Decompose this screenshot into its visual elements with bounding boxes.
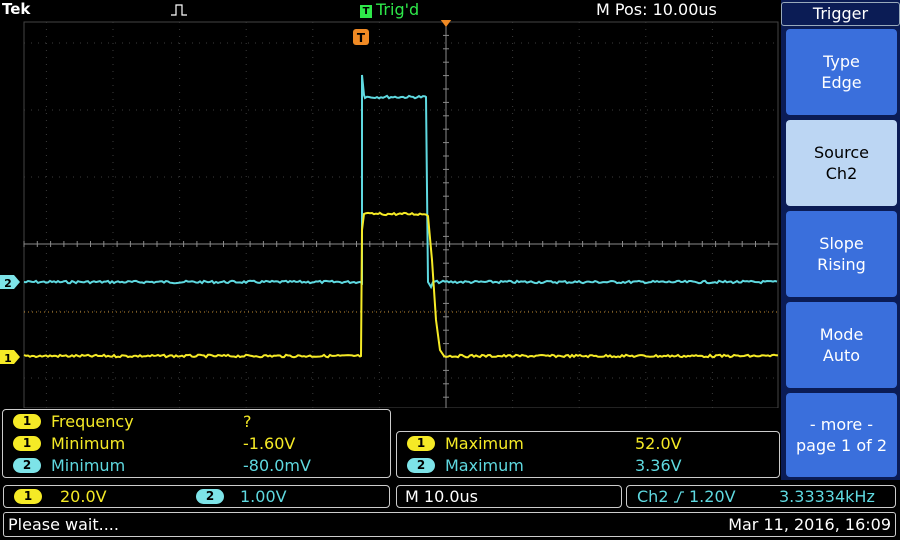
acquisition-pulse-icon [171, 4, 187, 16]
measurement-row: 2 Minimum -80.0mV [3, 456, 388, 476]
ch2-ground-marker[interactable]: 2 [0, 275, 20, 290]
trigger-side-menu: Trigger Type Edge Source Ch2 Slope Risin… [781, 0, 900, 480]
type-button-value: Edge [821, 73, 862, 92]
source-button-label: Source [814, 143, 869, 162]
side-menu-title: Trigger [781, 2, 900, 26]
top-status-bar: Tek T Trig'd M Pos: 10.00us [0, 0, 780, 20]
ch2-scale: 1.00V [240, 487, 287, 506]
trigger-status-label: Trig'd [376, 0, 420, 19]
measurement-row: 1 Maximum 52.0V [397, 434, 777, 454]
measurement-name: Minimum [51, 434, 126, 453]
status-bar: Please wait.... Mar 11, 2016, 16:09 [3, 512, 896, 537]
measurements-panel-left: 1 Frequency ? 1 Minimum -1.60V 2 Minimum… [2, 409, 391, 478]
measurement-value: -1.60V [243, 434, 296, 453]
measurement-name: Maximum [445, 456, 524, 475]
trigger-readout[interactable]: Ch2 1.20V 3.33334kHz [626, 485, 896, 508]
status-message: Please wait.... [8, 515, 119, 534]
trigger-status: T Trig'd [360, 0, 419, 19]
type-button-label: Type [823, 52, 860, 71]
ch1-scale-badge: 1 [14, 489, 42, 504]
horizontal-scale-readout[interactable]: M 10.0us [396, 485, 622, 508]
ch1-badge: 1 [13, 436, 41, 451]
ch1-ground-marker[interactable]: 1 [0, 350, 20, 365]
ch1-badge: 1 [13, 414, 41, 429]
slope-button[interactable]: Slope Rising [786, 211, 897, 297]
ch1-badge: 1 [407, 436, 435, 451]
ch2-badge: 2 [13, 458, 41, 473]
graticule [23, 21, 779, 408]
expansion-point-icon [440, 19, 452, 27]
mode-button-label: Mode [819, 325, 864, 344]
measurement-value: 52.0V [635, 434, 682, 453]
measurement-value: 3.36V [635, 456, 682, 475]
more-button-value: page 1 of 2 [796, 436, 887, 455]
measurement-value: -80.0mV [243, 456, 311, 475]
ch1-scale: 20.0V [60, 487, 107, 506]
waveform-display: T 2 1 [0, 19, 779, 408]
trigger-level: 1.20V [689, 487, 736, 506]
measurements-panel-right: 1 Maximum 52.0V 2 Maximum 3.36V [396, 431, 780, 478]
ch2-badge: 2 [407, 458, 435, 473]
ch1-marker-label: 1 [4, 352, 12, 365]
measurement-name: Frequency [51, 412, 134, 431]
ch1-waveform [23, 211, 779, 359]
measurement-name: Minimum [51, 456, 126, 475]
measurement-row: 2 Maximum 3.36V [397, 456, 777, 476]
waveform-traces [23, 74, 779, 359]
trigger-position-marker: T [353, 29, 369, 45]
trigger-marker-label: T [357, 31, 366, 45]
ch2-marker-label: 2 [4, 277, 12, 290]
type-button[interactable]: Type Edge [786, 29, 897, 115]
source-button-value: Ch2 [825, 164, 858, 183]
status-datetime: Mar 11, 2016, 16:09 [728, 515, 891, 534]
slope-button-value: Rising [817, 255, 866, 274]
more-button[interactable]: - more - page 1 of 2 [786, 393, 897, 477]
slope-button-label: Slope [819, 234, 864, 253]
ch2-scale-badge: 2 [196, 489, 224, 504]
measurement-value: ? [243, 412, 252, 431]
measurement-row: 1 Minimum -1.60V [3, 434, 388, 454]
measurement-name: Maximum [445, 434, 524, 453]
trigger-source: Ch2 [637, 487, 669, 506]
source-button[interactable]: Source Ch2 [786, 120, 897, 206]
trigger-status-badge: T [360, 5, 372, 18]
channel-scale-readout[interactable]: 1 20.0V 2 1.00V [3, 485, 390, 508]
trigger-frequency: 3.33334kHz [779, 487, 875, 506]
horizontal-scale: M 10.0us [405, 487, 478, 506]
brand-logo: Tek [2, 0, 31, 18]
mode-button-value: Auto [822, 346, 861, 365]
ch2-waveform [23, 74, 778, 290]
measurement-row: 1 Frequency ? [3, 412, 388, 432]
more-button-label: - more - [809, 415, 874, 434]
rising-edge-icon [674, 491, 684, 503]
horizontal-position: M Pos: 10.00us [596, 0, 717, 19]
mode-button[interactable]: Mode Auto [786, 302, 897, 388]
